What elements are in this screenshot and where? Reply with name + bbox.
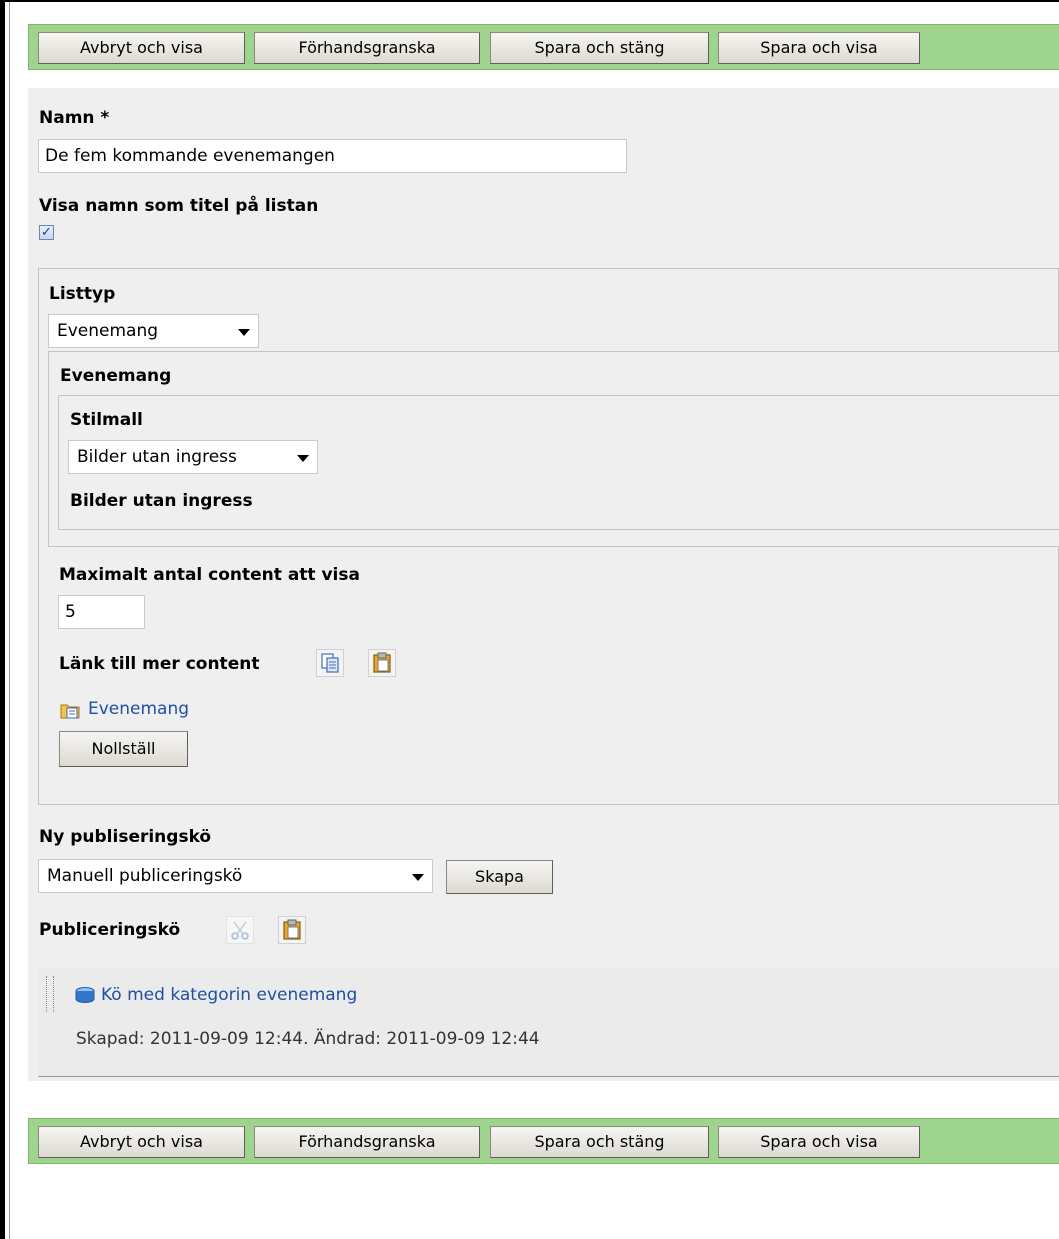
more-link-target[interactable]: Evenemang [88, 699, 189, 719]
max-content-label: Maximalt antal content att visa [59, 565, 360, 585]
edit-form: Namn * De fem kommande evenemangen Visa … [28, 88, 1059, 1081]
new-queue-select[interactable]: Manuell publiceringskö [38, 859, 433, 893]
chevron-down-icon [238, 329, 250, 336]
more-link-label: Länk till mer content [59, 654, 260, 674]
save-view-button[interactable]: Spara och visa [718, 1126, 920, 1158]
chevron-down-icon [297, 455, 309, 462]
queue-item-link[interactable]: Kö med kategorin evenemang [101, 985, 357, 1005]
chevron-down-icon [412, 874, 424, 881]
show-title-checkbox[interactable]: ✓ [39, 225, 54, 240]
create-queue-button[interactable]: Skapa [446, 860, 553, 894]
cancel-view-button[interactable]: Avbryt och visa [38, 1126, 245, 1158]
style-select[interactable]: Bilder utan ingress [68, 440, 318, 474]
queue-icon [74, 985, 96, 1010]
drag-handle-icon[interactable] [46, 976, 54, 1012]
save-close-button[interactable]: Spara och stäng [490, 1126, 709, 1158]
cut-icon[interactable] [226, 916, 254, 944]
style-value: Bilder utan ingress [77, 447, 237, 467]
folder-link-icon [59, 699, 81, 726]
name-input[interactable]: De fem kommande evenemangen [38, 139, 627, 173]
queue-item-meta: Skapad: 2011-09-09 12:44. Ändrad: 2011-0… [76, 1029, 540, 1049]
window-frame-left [0, 0, 5, 1239]
queue-label: Publiceringskö [39, 920, 181, 940]
list-type-select[interactable]: Evenemang [48, 314, 259, 348]
preview-button[interactable]: Förhandsgranska [254, 1126, 480, 1158]
list-type-value: Evenemang [57, 321, 159, 341]
style-panel: Stilmall Bilder utan ingress Bilder utan… [58, 395, 1059, 530]
queue-list-item[interactable]: Kö med kategorin evenemang Skapad: 2011-… [38, 968, 1059, 1077]
copy-icon[interactable] [316, 649, 344, 677]
save-view-button[interactable]: Spara och visa [718, 32, 920, 64]
top-toolbar: Avbryt och visa Förhandsgranska Spara oc… [28, 24, 1059, 70]
style-heading: Bilder utan ingress [70, 491, 253, 511]
list-type-panel: Listtyp Evenemang Evenemang Stilmall Bil… [38, 268, 1059, 805]
max-content-input[interactable]: 5 [58, 595, 145, 629]
name-label: Namn * [39, 108, 110, 128]
preview-button[interactable]: Förhandsgranska [254, 32, 480, 64]
paste-icon[interactable] [278, 916, 306, 944]
list-type-label: Listtyp [49, 284, 116, 304]
new-queue-label: Ny publiseringskö [39, 827, 212, 847]
new-queue-value: Manuell publiceringskö [47, 866, 243, 886]
bottom-toolbar: Avbryt och visa Förhandsgranska Spara oc… [28, 1118, 1059, 1164]
window-frame-inner-line [9, 2, 10, 1239]
style-label: Stilmall [70, 410, 143, 430]
save-close-button[interactable]: Spara och stäng [490, 32, 709, 64]
cancel-view-button[interactable]: Avbryt och visa [38, 32, 245, 64]
reset-button[interactable]: Nollställ [59, 731, 188, 767]
events-panel: Evenemang Stilmall Bilder utan ingress B… [48, 351, 1059, 547]
window-frame-top [0, 0, 1059, 2]
events-heading: Evenemang [60, 366, 172, 386]
paste-icon[interactable] [368, 649, 396, 677]
show-title-label: Visa namn som titel på listan [39, 196, 319, 216]
